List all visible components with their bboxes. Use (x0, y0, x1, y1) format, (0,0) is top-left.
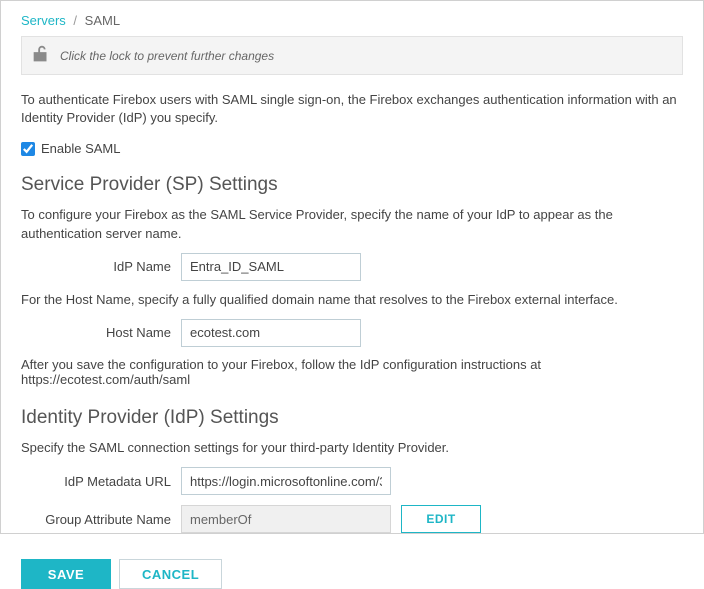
metadata-row: IdP Metadata URL (21, 467, 683, 495)
host-desc: For the Host Name, specify a fully quali… (21, 291, 683, 309)
idp-name-label: IdP Name (21, 259, 181, 274)
cancel-button[interactable]: CANCEL (119, 559, 222, 589)
save-button[interactable]: SAVE (21, 559, 111, 589)
idp-name-input[interactable] (181, 253, 361, 281)
sp-heading: Service Provider (SP) Settings (21, 174, 683, 196)
host-name-label: Host Name (21, 325, 181, 340)
edit-button[interactable]: EDIT (401, 505, 481, 533)
group-attr-row: Group Attribute Name EDIT (21, 505, 683, 533)
action-bar: SAVE CANCEL (21, 559, 683, 589)
metadata-input[interactable] (181, 467, 391, 495)
intro-text: To authenticate Firebox users with SAML … (21, 91, 683, 127)
group-attr-input (181, 505, 391, 533)
group-attr-label: Group Attribute Name (21, 512, 181, 527)
breadcrumb-current: SAML (85, 13, 120, 28)
breadcrumb: Servers / SAML (21, 9, 683, 36)
sp-after-note: After you save the configuration to your… (21, 357, 683, 387)
lock-message: Click the lock to prevent further change… (60, 49, 274, 63)
breadcrumb-root-link[interactable]: Servers (21, 13, 66, 28)
enable-saml-row: Enable SAML (21, 141, 683, 156)
lock-bar: Click the lock to prevent further change… (21, 36, 683, 75)
host-name-input[interactable] (181, 319, 361, 347)
host-name-row: Host Name (21, 319, 683, 347)
idp-desc: Specify the SAML connection settings for… (21, 439, 683, 457)
unlock-icon[interactable] (30, 43, 52, 68)
idp-name-row: IdP Name (21, 253, 683, 281)
enable-saml-label[interactable]: Enable SAML (41, 141, 121, 156)
breadcrumb-separator: / (69, 13, 81, 28)
metadata-label: IdP Metadata URL (21, 474, 181, 489)
enable-saml-checkbox[interactable] (21, 142, 35, 156)
sp-desc: To configure your Firebox as the SAML Se… (21, 206, 683, 242)
idp-heading: Identity Provider (IdP) Settings (21, 407, 683, 429)
